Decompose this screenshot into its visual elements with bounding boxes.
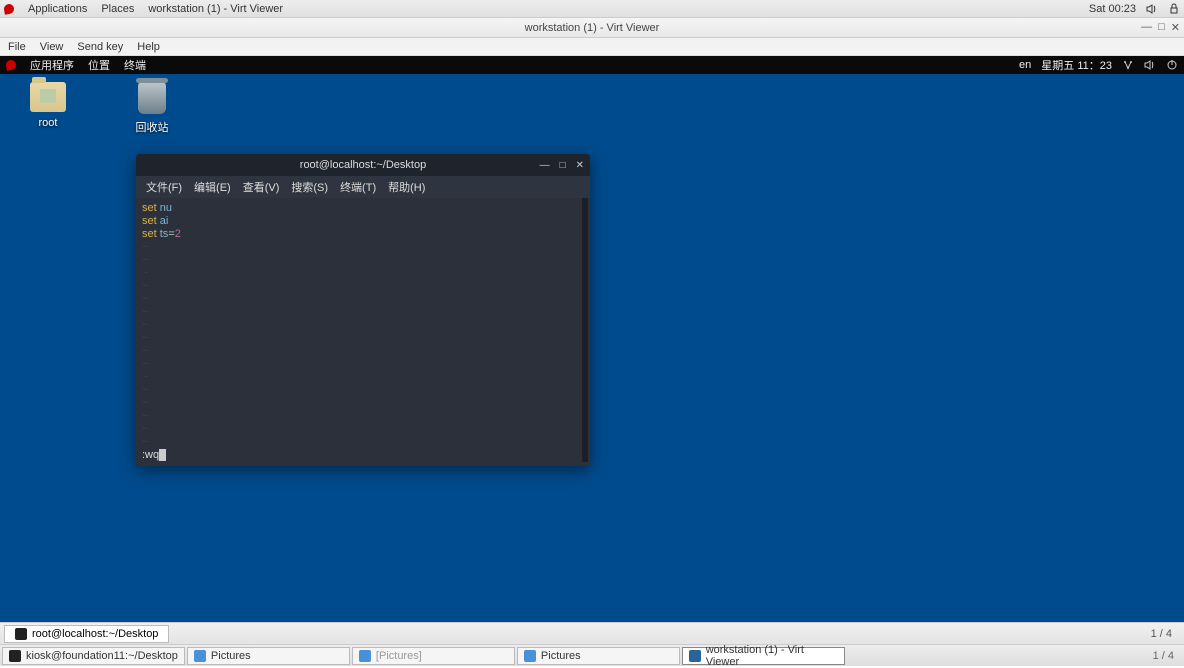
terminal-empty-line: ~ (142, 410, 584, 423)
redhat-icon (3, 3, 15, 15)
desktop-icon-trash[interactable]: 回收站 (122, 82, 182, 135)
taskbar-item[interactable]: [Pictures] (352, 647, 515, 665)
guest-top-bar: 应用程序 位置 终端 en 星期五 11：23 (0, 56, 1184, 74)
taskbar-item-label: root@localhost:~/Desktop (32, 628, 158, 640)
terminal-title: root@localhost:~/Desktop (300, 159, 426, 171)
files-icon (194, 650, 206, 662)
terminal-minimize-button[interactable]: — (540, 160, 550, 171)
terminal-empty-line: ~ (142, 319, 584, 332)
screen-icon (689, 650, 701, 662)
terminal-empty-line: ~ (142, 293, 584, 306)
vv-close-button[interactable]: ✕ (1171, 21, 1180, 34)
terminal-empty-line: ~ (142, 306, 584, 319)
terminal-empty-line: ~ (142, 280, 584, 293)
host-active-app[interactable]: workstation (1) - Virt Viewer (148, 3, 283, 15)
taskbar-item-terminal[interactable]: root@localhost:~/Desktop (4, 625, 169, 643)
terminal-icon (15, 628, 27, 640)
guest-clock: 星期五 11：23 (1041, 57, 1112, 73)
trash-icon (138, 82, 166, 114)
taskbar-item[interactable]: Pictures (187, 647, 350, 665)
cursor-icon (159, 449, 166, 461)
taskbar-item-label: Pictures (541, 650, 581, 662)
host-taskbar-window-list: root@localhost:~/Desktop 1 / 4 (0, 622, 1184, 644)
guest-menu-applications[interactable]: 应用程序 (30, 57, 74, 73)
host-top-bar: Applications Places workstation (1) - Vi… (0, 0, 1184, 18)
terminal-empty-line: ~ (142, 332, 584, 345)
taskbar-item-label: workstation (1) - Virt Viewer (706, 644, 838, 668)
terminal-window[interactable]: root@localhost:~/Desktop — □ ✕ 文件(F) 编辑(… (136, 154, 590, 466)
vv-menu-file[interactable]: File (8, 41, 26, 53)
terminal-menu-help[interactable]: 帮助(H) (388, 179, 425, 195)
terminal-empty-line: ~ (142, 436, 584, 449)
files-icon (524, 650, 536, 662)
terminal-empty-line: ~ (142, 241, 584, 254)
terminal-titlebar[interactable]: root@localhost:~/Desktop — □ ✕ (136, 154, 590, 176)
terminal-menu-edit[interactable]: 编辑(E) (194, 179, 231, 195)
host-clock: Sat 00:23 (1089, 3, 1136, 15)
folder-icon (30, 82, 66, 112)
taskbar-item-label: Pictures (211, 650, 251, 662)
terminal-close-button[interactable]: ✕ (576, 160, 584, 171)
terminal-empty-line: ~ (142, 345, 584, 358)
terminal-menu-terminal[interactable]: 终端(T) (340, 179, 376, 195)
vv-maximize-button[interactable]: □ (1158, 21, 1165, 34)
terminal-empty-line: ~ (142, 254, 584, 267)
terminal-empty-line: ~ (142, 397, 584, 410)
terminal-empty-line: ~ (142, 384, 584, 397)
terminal-menu-view[interactable]: 查看(V) (243, 179, 280, 195)
host-taskbar-main: kiosk@foundation11:~/Desktop Pictures [Pic… (0, 644, 1184, 666)
guest-input-lang[interactable]: en (1019, 59, 1031, 71)
taskbar-item[interactable]: workstation (1) - Virt Viewer (682, 647, 845, 665)
terminal-scrollbar[interactable] (582, 198, 588, 462)
guest-desktop[interactable]: 应用程序 位置 终端 en 星期五 11：23 root 回收站 root@lo… (0, 56, 1184, 622)
terminal-icon (9, 650, 21, 662)
terminal-menu-search[interactable]: 搜索(S) (291, 179, 328, 195)
taskbar-item[interactable]: kiosk@foundation11:~/Desktop (2, 647, 185, 665)
desktop-icon-home[interactable]: root (18, 82, 78, 135)
network-icon[interactable] (1122, 59, 1134, 71)
desktop-icon-label: root (39, 117, 58, 129)
terminal-empty-line: ~ (142, 371, 584, 384)
host-menu-applications[interactable]: Applications (28, 3, 87, 15)
vv-minimize-button[interactable]: — (1141, 21, 1152, 34)
desktop-icon-label: 回收站 (136, 119, 169, 135)
terminal-line: set ts=2 (142, 228, 584, 241)
files-icon (359, 650, 371, 662)
guest-menu-terminal[interactable]: 终端 (124, 57, 146, 73)
vv-menu-help[interactable]: Help (137, 41, 160, 53)
vv-title: workstation (1) - Virt Viewer (525, 22, 660, 34)
terminal-menu-file[interactable]: 文件(F) (146, 179, 182, 195)
host-menu-places[interactable]: Places (101, 3, 134, 15)
terminal-content[interactable]: set nuset aiset ts=2~~~~~~~~~~~~~~~~~ :w… (136, 198, 590, 466)
terminal-status-line: :wq (142, 449, 166, 462)
terminal-empty-line: ~ (142, 358, 584, 371)
taskbar-item-label: [Pictures] (376, 650, 422, 662)
vv-menu-sendkey[interactable]: Send key (77, 41, 123, 53)
volume-icon[interactable] (1144, 59, 1156, 71)
power-icon[interactable] (1166, 59, 1178, 71)
lock-icon[interactable] (1168, 3, 1180, 15)
terminal-empty-line: ~ (142, 423, 584, 436)
workspace-pager[interactable]: 1 / 4 (1145, 650, 1182, 662)
guest-menu-places[interactable]: 位置 (88, 57, 110, 73)
redhat-icon (5, 59, 17, 71)
workspace-pager[interactable]: 1 / 4 (1143, 628, 1180, 640)
volume-icon[interactable] (1146, 3, 1158, 15)
terminal-maximize-button[interactable]: □ (560, 160, 566, 171)
vv-titlebar[interactable]: workstation (1) - Virt Viewer — □ ✕ (0, 18, 1184, 38)
terminal-menubar: 文件(F) 编辑(E) 查看(V) 搜索(S) 终端(T) 帮助(H) (136, 176, 590, 198)
taskbar-item[interactable]: Pictures (517, 647, 680, 665)
terminal-line: set nu (142, 202, 584, 215)
terminal-empty-line: ~ (142, 449, 584, 462)
taskbar-item-label: kiosk@foundation11:~/Desktop (26, 650, 178, 662)
terminal-line: set ai (142, 215, 584, 228)
vv-menu-view[interactable]: View (40, 41, 64, 53)
vv-menubar: File View Send key Help (0, 38, 1184, 56)
terminal-empty-line: ~ (142, 267, 584, 280)
